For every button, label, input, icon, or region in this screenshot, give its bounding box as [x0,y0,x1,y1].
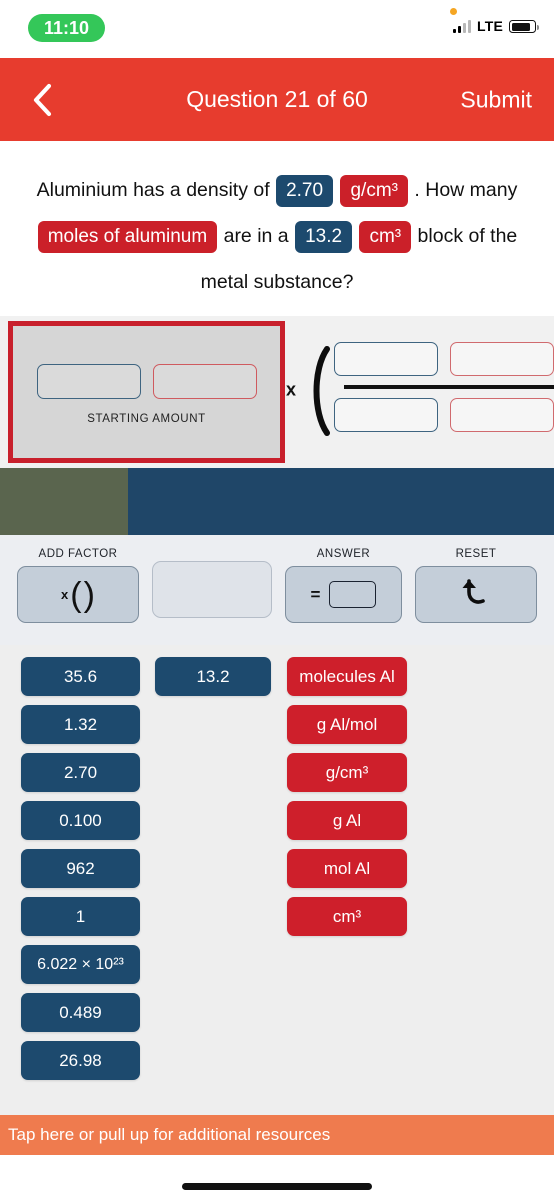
fraction-numerator [334,342,554,376]
question-token-volume-value: 13.2 [295,220,353,253]
value-tile[interactable]: 1.32 [21,705,140,744]
recording-indicator-icon [450,8,457,15]
equals-box-icon: = [311,581,377,608]
unit-tile[interactable]: molecules Al [287,657,407,696]
starting-amount-slots [36,363,257,399]
additional-resources-text: Tap here or pull up for additional resou… [8,1125,331,1144]
multiply-parens-icon: x ( ) [61,578,95,612]
conversion-factor-fraction [334,342,554,440]
submit-button[interactable]: Submit [460,86,532,113]
open-paren-icon [305,345,333,437]
home-indicator[interactable] [182,1183,372,1190]
value-tile[interactable]: 0.489 [21,993,140,1032]
progress-strip-segment-navy [128,468,554,535]
multiply-symbol: x [286,379,297,400]
add-factor-group: ADD FACTOR x ( ) [17,548,139,623]
value-tile[interactable]: 26.98 [21,1041,140,1080]
equals-sign: = [310,584,321,604]
unit-tile[interactable]: g/cm³ [287,753,407,792]
fraction-bar [344,385,554,389]
value-tile[interactable]: 6.022 × 10²³ [21,945,140,984]
home-indicator-area [0,1155,554,1200]
unit-tile[interactable]: g Al/mol [287,705,407,744]
status-bar: 11:10 LTE [0,0,554,58]
battery-icon [509,20,539,33]
reset-button[interactable] [415,566,537,623]
reset-group: RESET [415,548,537,623]
undo-arrow-icon [459,575,493,614]
add-factor-open-paren: ( [70,575,82,614]
starting-amount-unit-slot[interactable] [152,363,257,399]
question-token-volume-unit: cm³ [359,220,412,253]
network-type-label: LTE [476,18,503,34]
unit-tile[interactable]: cm³ [287,897,407,936]
status-right-group: LTE [452,18,539,34]
action-toolbar: ADD FACTOR x ( ) ANSWER = RESET [0,535,554,645]
dimensional-analysis-work-area: STARTING AMOUNT x [0,316,554,468]
add-factor-label: ADD FACTOR [38,548,118,560]
unit-tile[interactable]: mol Al [287,849,407,888]
value-tile[interactable]: 962 [21,849,140,888]
question-token-density-value: 2.70 [276,174,334,207]
value-tile-column-2: 13.2 [155,657,271,696]
toolbar-empty-slot[interactable] [152,561,272,618]
fraction-denominator [334,398,554,432]
answer-input-box[interactable] [329,581,377,608]
answer-label: ANSWER [316,548,371,560]
denominator-unit-slot[interactable] [450,398,554,432]
progress-strip [0,468,554,535]
starting-amount-box[interactable]: STARTING AMOUNT [8,321,285,463]
app-header: Question 21 of 60 Submit [0,58,554,141]
cellular-signal-icon [452,20,471,33]
unit-tile-column: molecules Al g Al/mol g/cm³ g Al mol Al … [287,657,407,936]
question-token-moles: moles of aluminum [37,220,218,253]
numerator-unit-slot[interactable] [450,342,554,376]
add-factor-x: x [61,587,69,602]
value-tile-column-1: 35.6 1.32 2.70 0.100 962 1 6.022 × 10²³ … [21,657,140,1080]
question-segment-2: . How many [414,179,518,201]
question-segment-3: are in a [223,225,289,247]
starting-amount-label: STARTING AMOUNT [87,412,206,425]
question-text: Aluminium has a density of 2.70 g/cm³ . … [0,141,554,316]
toolbar-empty-slot-group [152,561,272,618]
starting-amount-value-slot[interactable] [36,363,141,399]
answer-group: ANSWER = [285,548,402,623]
denominator-value-slot[interactable] [334,398,438,432]
value-tile[interactable]: 13.2 [155,657,271,696]
value-tile[interactable]: 1 [21,897,140,936]
status-time: 11:10 [28,14,106,42]
question-segment-1: Aluminium has a density of [36,179,270,201]
value-tile[interactable]: 35.6 [21,657,140,696]
value-tile[interactable]: 0.100 [21,801,140,840]
numerator-value-slot[interactable] [334,342,438,376]
add-factor-close-paren: ) [83,575,95,614]
answer-bank: 35.6 1.32 2.70 0.100 962 1 6.022 × 10²³ … [0,645,554,1115]
add-factor-button[interactable]: x ( ) [17,566,139,623]
question-token-density-unit: g/cm³ [340,174,408,207]
app-root: 11:10 LTE Question 21 of 60 Submit Alumi… [0,0,554,1200]
reset-label: RESET [455,548,497,560]
additional-resources-bar[interactable]: Tap here or pull up for additional resou… [0,1115,554,1155]
progress-strip-segment-olive [0,468,128,535]
answer-button[interactable]: = [285,566,402,623]
value-tile[interactable]: 2.70 [21,753,140,792]
unit-tile[interactable]: g Al [287,801,407,840]
